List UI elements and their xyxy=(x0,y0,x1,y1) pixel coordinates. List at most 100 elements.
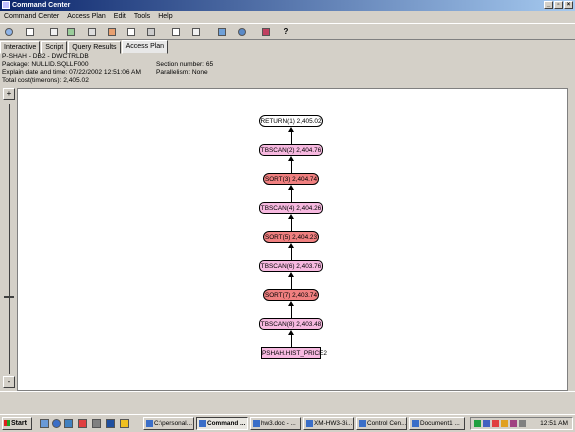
tray-icon-5[interactable] xyxy=(510,420,517,427)
plan-edge-arrow xyxy=(288,301,294,306)
plan-edge xyxy=(291,161,292,173)
plan-node-tbscan[interactable]: TBSCAN(2) 2,404.76 xyxy=(259,144,323,156)
command-center-icon xyxy=(199,420,206,427)
magnifier-minus-icon: - xyxy=(7,377,11,386)
word-icon xyxy=(253,420,260,427)
menu-tools[interactable]: Tools xyxy=(130,11,154,22)
zoom-in-button[interactable]: + xyxy=(3,88,15,100)
app-quicklaunch-icon[interactable] xyxy=(78,419,87,428)
db2-quicklaunch-icon[interactable] xyxy=(106,419,115,428)
volume-icon[interactable] xyxy=(519,420,526,427)
start-button[interactable]: Start xyxy=(2,417,32,430)
magnifier-plus-icon: + xyxy=(6,89,12,98)
title-bar: Command Center _ ▫ × xyxy=(0,0,575,11)
menu-help[interactable]: Help xyxy=(154,11,176,22)
zoom-panel: + - xyxy=(2,88,16,391)
list-icon[interactable] xyxy=(190,26,202,38)
tab-strip: Interactive Script Query Results Access … xyxy=(0,40,169,54)
tool-quicklaunch-icon[interactable] xyxy=(92,419,101,428)
plan-node-table[interactable]: PSHAH.HIST_PRICE2 xyxy=(261,347,327,359)
zoom-out-button[interactable]: - xyxy=(3,376,15,388)
task-control-center[interactable]: Control Cen... xyxy=(356,417,407,430)
access-plan-graph: RETURN(1) 2,405.02 TBSCAN(2) 2,404.76 SORT… xyxy=(17,88,568,391)
window-title: Command Center xyxy=(12,2,71,9)
paste-icon[interactable] xyxy=(125,26,137,38)
plan-node-tbscan[interactable]: TBSCAN(8) 2,403.48 xyxy=(259,318,323,330)
plan-edge-arrow xyxy=(288,127,294,132)
plan-info: P-SHAH - DB2 - DWCTRLDB Package: NULLID.… xyxy=(2,53,573,87)
plan-edge xyxy=(291,190,292,202)
windows-flag-icon xyxy=(4,420,10,426)
plan-node-sort[interactable]: SORT(5) 2,404.23 xyxy=(263,231,319,243)
plan-edge-arrow xyxy=(288,243,294,248)
plan-node-tbscan[interactable]: TBSCAN(6) 2,403.76 xyxy=(259,260,323,272)
clock: 12:51 AM xyxy=(540,420,568,427)
query-icon[interactable] xyxy=(65,26,77,38)
task-icon[interactable] xyxy=(260,26,272,38)
desktop-icon[interactable] xyxy=(40,419,49,428)
history-icon[interactable] xyxy=(48,26,60,38)
menu-access-plan[interactable]: Access Plan xyxy=(63,11,110,22)
task-document1[interactable]: Document1 ... xyxy=(409,417,465,430)
help-icon[interactable]: ? xyxy=(280,26,292,38)
plan-edge xyxy=(291,335,292,347)
task-command-center[interactable]: Command ... xyxy=(196,417,248,430)
word-icon xyxy=(412,420,419,427)
start-label: Start xyxy=(11,420,27,427)
task-personal[interactable]: C:\personal... xyxy=(143,417,194,430)
minimize-button[interactable]: _ xyxy=(544,1,553,9)
section-number-label: Section number: 65 xyxy=(156,61,214,68)
open-plan-icon[interactable] xyxy=(3,26,15,38)
table-icon[interactable] xyxy=(216,26,228,38)
maximize-button[interactable]: ▫ xyxy=(554,1,563,9)
script-icon[interactable] xyxy=(24,26,36,38)
plan-edge-arrow xyxy=(288,185,294,190)
database-label: P-SHAH - DB2 - DWCTRLDB xyxy=(2,53,89,60)
tray-icon-1[interactable] xyxy=(474,420,481,427)
task-xm-hw3[interactable]: XM-HW3-3i... xyxy=(303,417,354,430)
ie-icon[interactable] xyxy=(52,419,61,428)
plan-edge-arrow xyxy=(288,214,294,219)
task-hw3-doc[interactable]: hw3.doc - ... xyxy=(250,417,301,430)
copy-icon[interactable] xyxy=(106,26,118,38)
plan-node-ret[interactable]: RETURN(1) 2,405.02 xyxy=(259,115,323,127)
plan-node-sort[interactable]: SORT(7) 2,403.74 xyxy=(263,289,319,301)
menu-edit[interactable]: Edit xyxy=(110,11,130,22)
toolbar: ? xyxy=(0,23,575,40)
explain-date-label: Explain date and time: 07/22/2002 12:51:… xyxy=(2,69,141,76)
zoom-slider-track[interactable] xyxy=(9,104,10,374)
plan-edge xyxy=(291,248,292,260)
package-label: Package: NULLID.SQLLF000 xyxy=(2,61,89,68)
control-center-icon xyxy=(359,420,366,427)
zoom-slider-handle[interactable] xyxy=(4,296,14,298)
tray-icon-4[interactable] xyxy=(501,420,508,427)
outlook-icon[interactable] xyxy=(64,419,73,428)
plan-edge xyxy=(291,306,292,318)
close-button[interactable]: × xyxy=(564,1,573,9)
parallelism-label: Parallelism: None xyxy=(156,69,208,76)
total-cost-label: Total cost(timerons): 2,405.02 xyxy=(2,77,89,84)
word-icon xyxy=(306,420,313,427)
menu-command-center[interactable]: Command Center xyxy=(0,11,63,22)
tree-icon[interactable] xyxy=(236,26,248,38)
explain-icon[interactable] xyxy=(145,26,157,38)
tab-access-plan[interactable]: Access Plan xyxy=(121,40,169,54)
plan-edge xyxy=(291,132,292,144)
plan-node-sort[interactable]: SORT(3) 2,404.74 xyxy=(263,173,319,185)
plan-edge-arrow xyxy=(288,272,294,277)
plan-edge-arrow xyxy=(288,156,294,161)
options-icon[interactable] xyxy=(170,26,182,38)
taskbar: Start C:\personal... Command ... hw3.doc… xyxy=(0,414,575,432)
plan-edge-arrow xyxy=(288,330,294,335)
tray-icon-3[interactable] xyxy=(492,420,499,427)
plan-node-tbscan[interactable]: TBSCAN(4) 2,404.26 xyxy=(259,202,323,214)
status-bar xyxy=(0,391,575,404)
plan-edge xyxy=(291,219,292,231)
plan-edge xyxy=(291,277,292,289)
folder-icon xyxy=(146,420,153,427)
app-icon xyxy=(2,1,10,9)
results-icon[interactable] xyxy=(86,26,98,38)
system-tray: 12:51 AM xyxy=(470,417,573,430)
tray-icon-2[interactable] xyxy=(483,420,490,427)
arrow-quicklaunch-icon[interactable] xyxy=(120,419,129,428)
